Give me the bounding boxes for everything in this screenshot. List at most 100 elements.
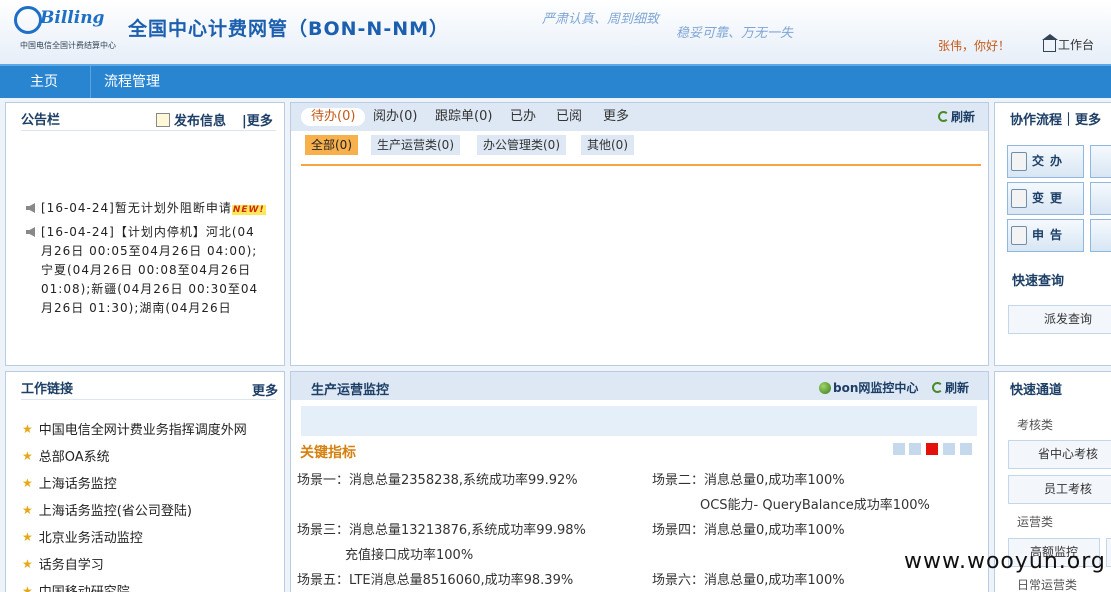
monitor-title: 生产运营监控 [311,383,390,398]
bulletin-panel: 公告栏 发布信息 |更多 [16-04-24]暂无计划外阻断申请NEW! [16… [5,102,285,366]
pager-dot-active[interactable] [926,443,938,455]
subtab-all[interactable]: 全部(0) [305,135,358,155]
links-more-link[interactable]: 更多 [252,380,278,399]
collab-panel: 协作流程｜更多 交办 变更 申告 快速查询 派发查询 [994,102,1111,366]
notice-text: [16-04-24]暂无计划外阻断申请 [41,201,232,215]
logo-subtitle: 中国电信全国计费结算中心 [20,41,116,50]
star-icon: ★ [22,556,33,571]
flow-button-extra[interactable] [1090,145,1111,178]
notice-line: 月26日 01:30);湖南(04月26日 [41,301,232,315]
tab-done[interactable]: 已办 [510,108,536,126]
pager-dot[interactable] [943,443,955,455]
star-icon: ★ [22,583,33,592]
scene-3: 场景三：消息总量13213876,系统成功率99.98% [297,523,586,538]
monitor-banner [301,406,977,436]
link-label: 总部OA系统 [38,450,110,465]
speaker-icon [26,227,35,237]
link-item[interactable]: ★ 总部OA系统 [22,446,110,466]
nav-home[interactable]: 主页 [30,66,58,98]
user-greeting: 张伟，你好！ [938,39,1011,53]
section-assessment: 考核类 [1017,418,1054,432]
todo-refresh-button[interactable]: 刷新 [938,108,975,125]
scene-6: 场景六：消息总量0,成功率100% [652,573,845,588]
bulletin-more-link[interactable]: |更多 [242,110,273,129]
collab-title[interactable]: 协作流程｜更多 [1010,109,1101,128]
speaker-icon [26,203,35,213]
todo-panel: 待办(0) 阅办(0) 跟踪单(0) 已办 已阅 更多 刷新 全部(0) 生产运… [290,102,989,366]
operation-extra-button[interactable] [1106,538,1111,567]
subtab-office[interactable]: 办公管理类(0) [477,135,566,155]
watermark: www.wooyun.org [904,549,1106,574]
link-label: 中国电信全网计费业务指挥调度外网 [38,423,247,438]
link-item[interactable]: ★ 上海话务监控(省公司登陆) [22,500,192,520]
link-item[interactable]: ★ 中国移动研究院 [22,581,130,592]
star-icon: ★ [22,502,33,517]
section-operation: 运营类 [1017,515,1054,529]
tab-tracking[interactable]: 跟踪单(0) [435,108,492,126]
monitor-refresh-button[interactable]: 刷新 [932,379,969,396]
links-panel: 工作链接 更多 ★ 中国电信全网计费业务指挥调度外网 ★ 总部OA系统 ★ 上海话务监… [5,371,285,592]
handover-icon [1011,152,1027,171]
scene-1: 场景一：消息总量2358238,系统成功率99.92% [297,473,578,488]
report-button[interactable]: 申告 [1007,219,1084,252]
staff-assessment-button[interactable]: 员工考核 [1008,475,1111,504]
notice-line: 宁夏(04月26日 00:08至04月26日 [41,263,252,277]
new-badge: NEW! [231,205,266,215]
star-icon: ★ [22,529,33,544]
app-title: 全国中心计费网管（BON-N-NM） [128,18,450,40]
link-label: 中国移动研究院 [39,581,130,592]
workspace-label: 工作台 [1058,38,1095,52]
link-item[interactable]: ★ 北京业务活动监控 [22,527,143,547]
star-icon: ★ [22,475,33,490]
pager-dot[interactable] [893,443,905,455]
publish-button[interactable]: 发布信息 [156,110,226,129]
slogan-2: 稳妥可靠、万无一失 [676,26,794,41]
logo-icon [14,6,42,34]
handover-button[interactable]: 交办 [1007,145,1084,178]
pager-dot[interactable] [909,443,921,455]
scene-4: 场景四：消息总量0,成功率100% [652,523,845,538]
refresh-icon [938,111,949,122]
province-assessment-button[interactable]: 省中心考核 [1008,440,1111,469]
monitor-panel: 生产运营监控 bon网监控中心 刷新 关键指标 场景一：消息总量2358238,… [290,371,989,592]
quick-query-title: 快速查询 [1012,274,1065,289]
notice-line: 01:08);新疆(04月26日 00:30至04 [41,282,259,296]
notice-item[interactable]: [16-04-24]暂无计划外阻断申请NEW! [26,199,266,220]
notice-item[interactable]: [16-04-24]【计划内停机】河北(04 月26日 00:05至04月26日… [26,223,258,318]
main-nav: 主页 流程管理 [0,64,1111,98]
report-icon [1011,226,1027,245]
nav-divider [90,66,91,98]
subtab-underline [301,164,981,166]
link-item[interactable]: ★ 上海话务监控 [22,473,117,493]
scene-2: 场景二：消息总量0,成功率100% [652,473,845,488]
slogan-1: 严肃认真、周到细致 [542,12,660,27]
subtab-other[interactable]: 其他(0) [581,135,634,155]
home-icon [1042,34,1058,52]
link-label: 上海话务监控(省公司登陆) [38,504,192,519]
link-item[interactable]: ★ 中国电信全网计费业务指挥调度外网 [22,419,247,439]
link-label: 话务自学习 [38,558,104,573]
change-button[interactable]: 变更 [1007,182,1084,215]
change-label: 变更 [1032,191,1069,205]
checklist-button[interactable] [1090,219,1111,252]
bon-center-link[interactable]: bon网监控中心 [819,379,918,396]
tool-button[interactable] [1090,182,1111,215]
tab-read[interactable]: 阅办(0) [373,108,417,126]
tab-read-done[interactable]: 已阅 [556,108,582,126]
handover-label: 交办 [1032,154,1069,168]
dispatch-query-button[interactable]: 派发查询 [1008,305,1111,334]
link-label: 上海话务监控 [38,477,117,492]
link-item[interactable]: ★ 话务自学习 [22,554,104,574]
subtab-production[interactable]: 生产运营类(0) [371,135,460,155]
tab-more[interactable]: 更多 [603,108,629,126]
pager-dot[interactable] [960,443,972,455]
globe-icon [819,381,831,394]
tab-todo[interactable]: 待办(0) [301,108,366,126]
change-icon [1011,189,1027,208]
report-label: 申告 [1032,228,1069,242]
notice-line: [16-04-24]【计划内停机】河北(04 [41,225,255,239]
nav-flow-management[interactable]: 流程管理 [104,66,160,98]
star-icon: ★ [22,448,33,463]
publish-label: 发布信息 [174,114,227,129]
workspace-link[interactable]: 工作台 [1042,34,1095,53]
